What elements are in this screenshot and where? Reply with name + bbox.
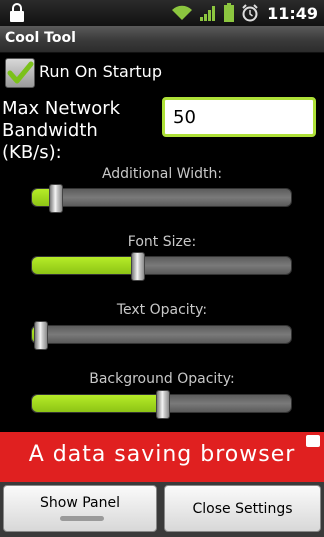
show-panel-button[interactable]: Show Panel [3,485,157,532]
run-on-startup-checkbox[interactable] [5,58,35,88]
background-opacity-label: Background Opacity: [89,371,235,387]
bandwidth-input[interactable] [162,97,316,137]
status-bar: 11:49 [0,0,324,26]
ad-text: A data saving browser [28,442,296,467]
bottom-bar: Show Panel Close Settings [0,482,324,537]
close-settings-button[interactable]: Close Settings [164,485,321,532]
slider-fill [32,395,162,412]
show-panel-label: Show Panel [40,495,120,511]
battery-icon [224,3,235,22]
font-size-label: Font Size: [127,234,197,250]
wifi-icon [172,5,193,20]
status-clock: 11:49 [267,3,318,23]
alarm-icon [242,4,258,22]
background-opacity-slider[interactable] [31,390,292,419]
additional-width-label: Additional Width: [101,166,223,182]
app-title: Cool Tool [5,30,76,46]
text-opacity-label: Text Opacity: [116,302,208,318]
ad-banner[interactable]: A data saving browser [0,432,324,482]
slider-thumb[interactable] [49,184,64,213]
slider-thumb[interactable] [155,390,170,419]
slider-thumb[interactable] [33,321,48,350]
lock-icon [10,3,24,22]
run-on-startup-label: Run On Startup [39,62,162,81]
checkmark-icon [7,61,34,84]
close-settings-label: Close Settings [192,501,293,517]
additional-width-slider[interactable] [31,184,292,213]
slider-fill [32,257,137,274]
title-bar: Cool Tool [0,26,324,53]
font-size-slider[interactable] [31,252,292,281]
toggle-indicator [60,516,104,521]
ad-choices-icon[interactable] [306,435,320,447]
bandwidth-label: Max Network Bandwidth (KB/s): [2,98,121,163]
signal-icon [200,6,216,21]
slider-thumb[interactable] [130,252,145,281]
text-opacity-slider[interactable] [31,321,292,350]
